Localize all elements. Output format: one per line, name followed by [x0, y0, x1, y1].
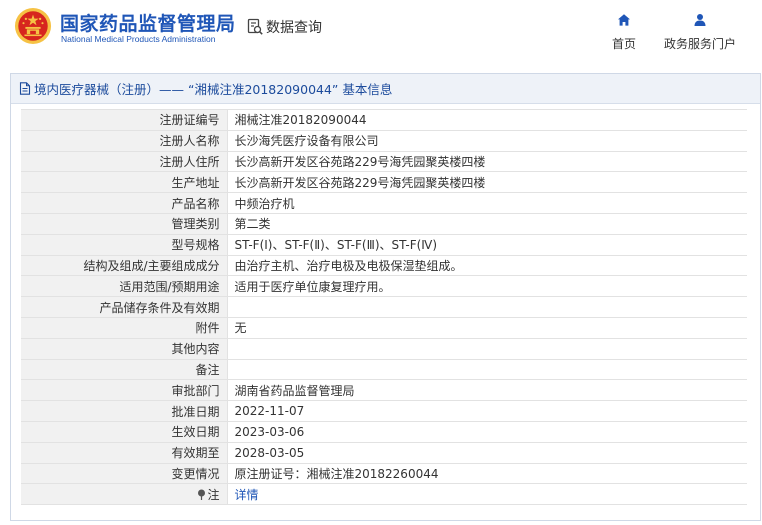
table-row: 管理类别 第二类 — [21, 213, 747, 235]
home-icon — [618, 14, 630, 26]
table-row: 产品储存条件及有效期 — [21, 296, 747, 318]
table-row: 结构及组成/主要组成成分 由治疗主机、治疗电极及电极保湿垫组成。 — [21, 255, 747, 277]
site-header: 国家药品监督管理局 National Medical Products Admi… — [0, 0, 762, 66]
row-label: 附件 — [21, 317, 228, 339]
note-value-cell: 详情 — [227, 483, 747, 506]
row-value — [227, 359, 747, 381]
org-name-cn[interactable]: 国家药品监督管理局 — [60, 9, 236, 36]
panel-header: 境内医疗器械（注册）—— “湘械注准20182090044” 基本信息 — [11, 74, 760, 104]
data-query-label: 数据查询 — [266, 20, 322, 36]
user-icon — [694, 14, 706, 26]
row-label: 批准日期 — [21, 400, 228, 422]
table-row: 型号规格 ST-F(Ⅰ)、ST-F(Ⅱ)、ST-F(Ⅲ)、ST-F(Ⅳ) — [21, 234, 747, 256]
row-label: 注册人住所 — [21, 151, 228, 173]
table-row: 批准日期 2022-11-07 — [21, 400, 747, 422]
row-value: 原注册证号：湘械注准20182260044 — [227, 463, 747, 485]
row-label: 结构及组成/主要组成成分 — [21, 255, 228, 277]
row-value: 2022-11-07 — [227, 400, 747, 422]
row-value: 2023-03-06 — [227, 421, 747, 443]
table-row: 生效日期 2023-03-06 — [21, 421, 747, 443]
row-label: 生效日期 — [21, 421, 228, 443]
row-label: 产品名称 — [21, 192, 228, 214]
row-label: 审批部门 — [21, 379, 228, 402]
row-label: 适用范围/预期用途 — [21, 275, 228, 298]
row-value: 无 — [227, 317, 747, 339]
table-row: 生产地址 长沙高新开发区谷苑路229号海凭园聚英楼四楼 — [21, 171, 747, 194]
row-label: 有效期至 — [21, 442, 228, 464]
org-name-en[interactable]: National Medical Products Administration — [61, 34, 216, 44]
row-label: 管理类别 — [21, 213, 228, 235]
row-value: 2028-03-05 — [227, 442, 747, 464]
table-row: 注册证编号 湘械注准20182090044 — [21, 109, 747, 131]
row-value — [227, 338, 747, 360]
nav-home[interactable]: 首页 — [607, 12, 641, 52]
document-icon — [19, 82, 31, 95]
table-row: 附件无 — [21, 317, 747, 339]
row-label: 其他内容 — [21, 338, 228, 360]
row-value: 湘械注准20182090044 — [227, 109, 747, 131]
row-label: 注册人名称 — [21, 130, 228, 152]
row-label: 生产地址 — [21, 171, 228, 194]
table-row: 有效期至 2028-03-05 — [21, 442, 747, 464]
table-row: 备注 — [21, 359, 747, 381]
table-row: 注 详情 — [21, 483, 747, 506]
details-link[interactable]: 详情 — [235, 488, 259, 502]
row-value: 第二类 — [227, 213, 747, 235]
nav-service-portal[interactable]: 政务服务门户 — [660, 12, 740, 52]
row-value: ST-F(Ⅰ)、ST-F(Ⅱ)、ST-F(Ⅲ)、ST-F(Ⅳ) — [227, 234, 747, 256]
nav-home-label: 首页 — [611, 37, 636, 51]
table-row: 审批部门 湖南省药品监督管理局 — [21, 379, 747, 402]
table-row: 其他内容 — [21, 338, 747, 360]
row-label: 注册证编号 — [21, 109, 228, 131]
row-value: 长沙高新开发区谷苑路229号海凭园聚英楼四楼 — [227, 171, 747, 194]
document-search-icon — [247, 18, 263, 35]
panel-title: 境内医疗器械（注册）—— “湘械注准20182090044” 基本信息 — [34, 82, 393, 97]
row-label: 型号规格 — [21, 234, 228, 256]
row-label: 产品储存条件及有效期 — [21, 296, 228, 318]
row-value: 湖南省药品监督管理局 — [227, 379, 747, 402]
table-row: 适用范围/预期用途 适用于医疗单位康复理疗用。 — [21, 275, 747, 298]
national-emblem-icon — [14, 7, 52, 45]
info-table: 注册证编号 湘械注准20182090044 注册人名称 长沙海凭医疗设备有限公司 注… — [21, 109, 747, 506]
row-value: 长沙高新开发区谷苑路229号海凭园聚英楼四楼 — [227, 151, 747, 173]
row-value: 中频治疗机 — [227, 192, 747, 214]
row-value — [227, 296, 747, 318]
table-row: 注册人住所 长沙高新开发区谷苑路229号海凭园聚英楼四楼 — [21, 151, 747, 173]
row-value: 适用于医疗单位康复理疗用。 — [227, 275, 747, 298]
note-label: 注 — [207, 487, 220, 502]
row-value: 长沙海凭医疗设备有限公司 — [227, 130, 747, 152]
row-value: 由治疗主机、治疗电极及电极保湿垫组成。 — [227, 255, 747, 277]
pin-icon — [198, 489, 206, 500]
device-info-panel: 境内医疗器械（注册）—— “湘械注准20182090044” 基本信息 注册证编… — [10, 73, 761, 521]
row-label: 备注 — [21, 359, 228, 381]
table-row: 注册人名称 长沙海凭医疗设备有限公司 — [21, 130, 747, 152]
row-label: 变更情况 — [21, 463, 228, 485]
note-label-cell: 注 — [21, 483, 228, 506]
table-row: 变更情况 原注册证号：湘械注准20182260044 — [21, 463, 747, 485]
table-row: 产品名称 中频治疗机 — [21, 192, 747, 214]
data-query-link[interactable]: 数据查询 — [246, 16, 322, 38]
nav-service-label: 政务服务门户 — [663, 37, 736, 51]
